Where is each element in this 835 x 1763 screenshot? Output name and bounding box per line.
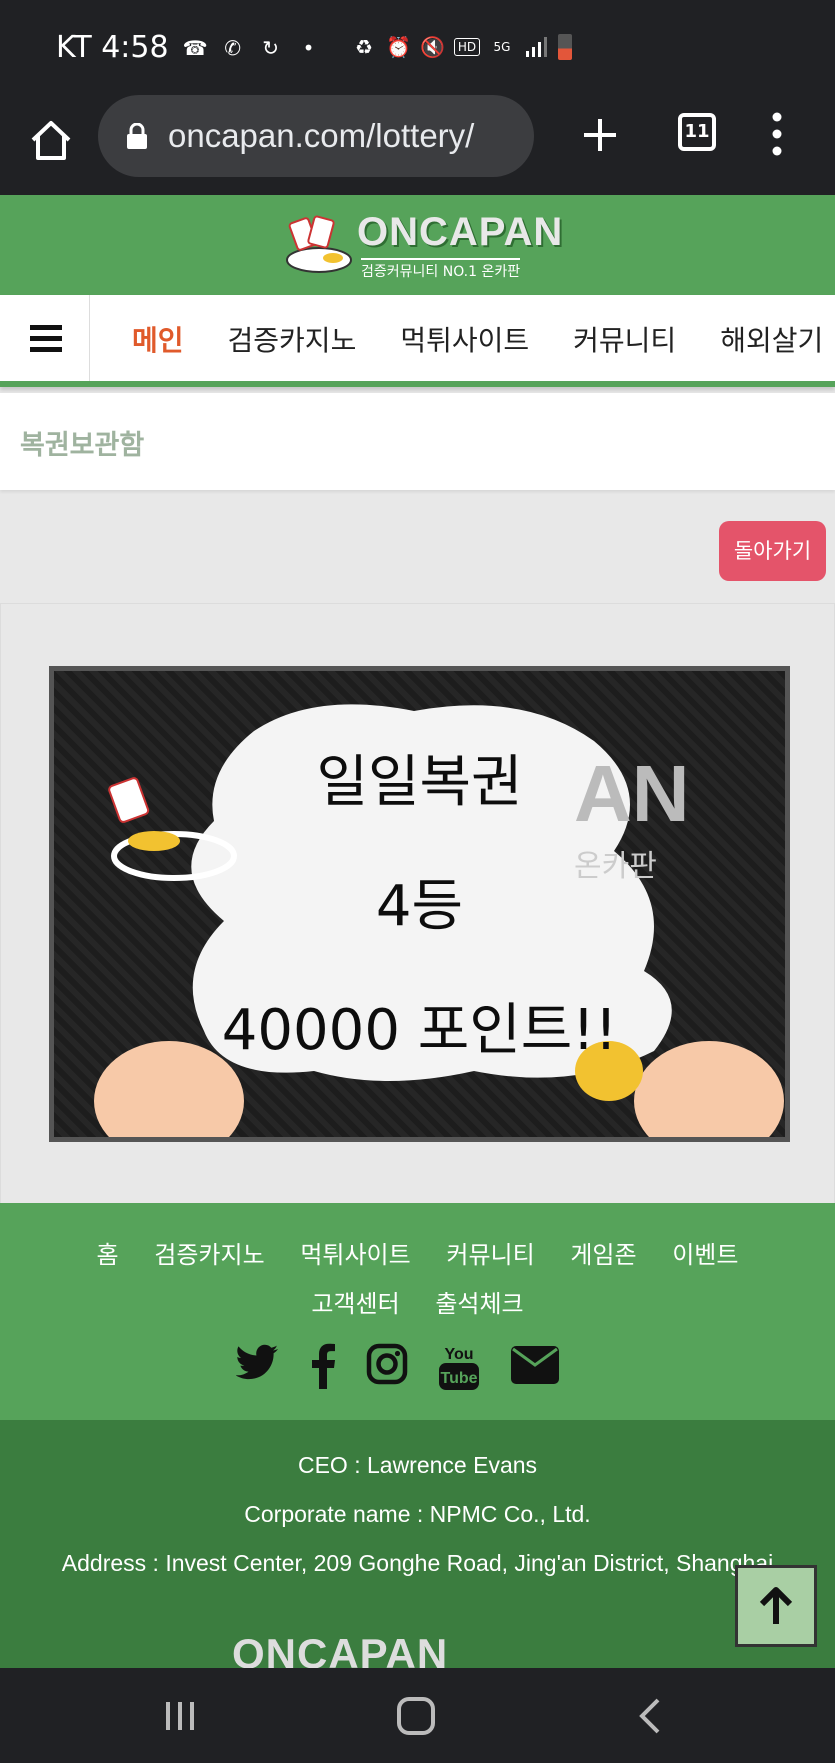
footer-link-community[interactable]: 커뮤니티 (446, 1231, 534, 1280)
back-nav-icon[interactable] (630, 1694, 670, 1742)
prize-text: 일일복권 4등 40000 포인트!! (54, 721, 785, 1093)
hamburger-menu-icon[interactable] (0, 295, 90, 381)
instagram-icon[interactable] (366, 1343, 408, 1389)
lock-icon (126, 122, 148, 149)
svg-text:You: You (444, 1346, 473, 1363)
home-nav-icon[interactable] (394, 1694, 438, 1742)
prize-points: 40000 포인트!! (221, 998, 618, 1063)
main-nav: 메인 검증카지노 먹튀사이트 커뮤니티 해외살기 (0, 295, 835, 387)
footer-link-events[interactable]: 이벤트 (672, 1231, 738, 1280)
status-right: ♻ ⏰ 🔇 HD 5G (352, 34, 572, 60)
nav-item-verified-casino[interactable]: 검증카지노 (228, 319, 357, 359)
back-button[interactable]: 돌아가기 (719, 521, 826, 581)
prize-card[interactable]: AN 온카판 일일복권 4등 40000 포인트!! (49, 666, 790, 1142)
system-nav-bar (0, 1668, 835, 1763)
notification-icon: ☎ (182, 35, 208, 60)
logo-cards-icon (286, 215, 352, 273)
twitter-icon[interactable] (235, 1343, 280, 1389)
more-options-icon[interactable] (767, 109, 787, 159)
nav-items: 메인 검증카지노 먹튀사이트 커뮤니티 해외살기 (132, 319, 823, 359)
address-text: Address : Invest Center, 209 Gonghe Road… (61, 1550, 774, 1576)
nav-item-scam-sites[interactable]: 먹튀사이트 (400, 319, 529, 359)
arrow-up-icon (759, 1587, 793, 1624)
footer-info: CEO : Lawrence Evans Corporate name : NP… (0, 1420, 835, 1677)
footer-link-customer-center[interactable]: 고객센터 (311, 1280, 399, 1329)
home-icon[interactable] (28, 118, 74, 164)
prize-panel: AN 온카판 일일복권 4등 40000 포인트!! (0, 603, 835, 1203)
url-text: oncapan.com/lottery/ (168, 117, 475, 154)
site-logo[interactable]: ONCAPAN 검증커뮤니티 NO.1 온카판 (283, 210, 562, 281)
page-title: 복권보관함 (20, 430, 145, 461)
footer-link-attendance[interactable]: 출석체크 (435, 1280, 523, 1329)
logo-text: ONCAPAN (357, 210, 564, 254)
browser-toolbar: oncapan.com/lottery/ 11 (0, 95, 835, 195)
prize-rank: 4등 (375, 874, 464, 939)
alarm-icon: ⏰ (386, 35, 411, 59)
site-header: ONCAPAN 검증커뮤니티 NO.1 온카판 (0, 195, 835, 295)
hd-icon: HD (454, 38, 480, 56)
social-links: You Tube (235, 1343, 560, 1390)
network-5g-icon: 5G (493, 40, 511, 54)
dot-icon: • (302, 35, 315, 60)
footer-links: 홈 검증카지노 먹튀사이트 커뮤니티 게임존 이벤트 고객센터 출석체크 (0, 1231, 835, 1329)
corporate-name-text: Corporate name : NPMC Co., Ltd. (244, 1501, 591, 1527)
mute-icon: 🔇 (420, 35, 445, 59)
address-bar[interactable]: oncapan.com/lottery/ (98, 95, 534, 177)
youtube-icon[interactable]: You Tube (438, 1343, 480, 1390)
logo-subtitle: 검증커뮤니티 NO.1 온카판 (361, 258, 521, 281)
nav-item-overseas[interactable]: 해외살기 (720, 319, 823, 359)
carrier-time: KT 4:58 (56, 30, 169, 65)
nav-item-main[interactable]: 메인 (132, 319, 184, 359)
scroll-to-top-button[interactable] (735, 1565, 817, 1647)
footer-link-scam-sites[interactable]: 먹튀사이트 (300, 1231, 410, 1280)
new-tab-icon[interactable] (578, 113, 622, 157)
signal-icon (524, 35, 548, 59)
mail-icon[interactable] (510, 1343, 560, 1389)
tab-switcher-button[interactable]: 11 (678, 113, 716, 151)
ceo-text: CEO : Lawrence Evans (297, 1452, 538, 1478)
status-left: KT 4:58 ☎ ✆ ↻ • (56, 30, 321, 65)
footer-link-game-zone[interactable]: 게임존 (570, 1231, 636, 1280)
nav-item-community[interactable]: 커뮤니티 (573, 319, 676, 359)
footer-link-home[interactable]: 홈 (97, 1231, 119, 1280)
footer-link-verified-casino[interactable]: 검증카지노 (154, 1231, 264, 1280)
recycle-icon: ♻ (355, 35, 373, 59)
prize-lottery-name: 일일복권 (316, 750, 523, 815)
svg-text:Tube: Tube (440, 1370, 477, 1387)
page-header: 복권보관함 (0, 393, 835, 490)
footer-nav: 홈 검증카지노 먹튀사이트 커뮤니티 게임존 이벤트 고객센터 출석체크 You… (0, 1203, 835, 1420)
status-bar: KT 4:58 ☎ ✆ ↻ • ♻ ⏰ 🔇 HD 5G (0, 0, 835, 95)
call-icon: ✆ (224, 35, 241, 60)
facebook-icon[interactable] (310, 1343, 336, 1389)
battery-icon (558, 34, 572, 60)
recent-apps-icon[interactable] (160, 1696, 200, 1740)
sync-icon: ↻ (262, 35, 279, 60)
